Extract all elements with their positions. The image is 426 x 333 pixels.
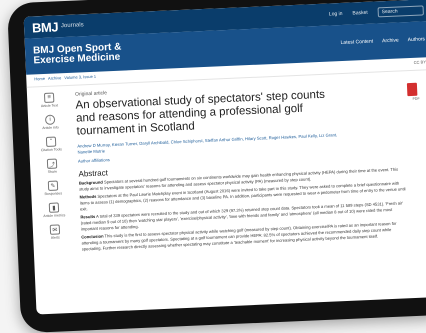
sidebar-label: Citation Tools xyxy=(40,147,62,153)
nav-authors[interactable]: Authors xyxy=(408,36,425,43)
sidebar-label: Share xyxy=(47,169,58,174)
sidebar-item-article-metrics[interactable]: ▮ Article metrics xyxy=(43,202,66,219)
sidebar-item-responses[interactable]: ✎ Responses xyxy=(44,180,62,196)
section-label: Methods xyxy=(79,193,97,200)
sidebar-item-alerts[interactable]: ✉ Alerts xyxy=(49,224,61,240)
journal-nav: Latest Content Archive Authors xyxy=(340,36,425,46)
document-icon: ≡ xyxy=(43,92,55,103)
license-badge: CC BY xyxy=(413,59,426,65)
sidebar-item-share[interactable]: ⤴ Share xyxy=(46,158,58,174)
journal-title-line2: Exercise Medicine xyxy=(33,51,121,67)
nav-archive[interactable]: Archive xyxy=(382,37,399,44)
pdf-label[interactable]: PDF xyxy=(412,97,419,101)
metrics-icon: ▮ xyxy=(48,202,60,213)
search-input[interactable]: Search xyxy=(377,5,424,18)
quote-icon: “ xyxy=(45,136,57,147)
header-links: Log in Basket Search xyxy=(329,5,424,19)
journals-label: Journals xyxy=(60,22,84,30)
share-icon: ⤴ xyxy=(46,158,58,169)
article-content: Original article An observational study … xyxy=(71,70,426,253)
sidebar-label: Article Text xyxy=(40,103,59,109)
nav-latest-content[interactable]: Latest Content xyxy=(340,39,373,46)
sidebar-label: Alerts xyxy=(50,235,60,240)
basket-link[interactable]: Basket xyxy=(352,10,368,17)
sidebar-label: Responses xyxy=(44,191,63,197)
article-sidebar: ≡ Article Text i Article info “ Citation… xyxy=(27,86,78,255)
sidebar-label: Article info xyxy=(42,125,59,131)
sidebar-item-citation-tools[interactable]: “ Citation Tools xyxy=(40,136,62,152)
tablet-device: BMJ Journals Log in Basket Search BMJ Op… xyxy=(7,0,426,333)
info-icon: i xyxy=(44,114,56,125)
sidebar-item-article-text[interactable]: ≡ Article Text xyxy=(40,92,58,108)
section-label: Conclusion xyxy=(81,233,104,240)
responses-icon: ✎ xyxy=(47,180,59,191)
browser-screen: BMJ Journals Log in Basket Search BMJ Op… xyxy=(23,0,426,315)
pdf-icon[interactable] xyxy=(406,82,418,97)
breadcrumb-issue[interactable]: Volume 3, Issue 1 xyxy=(64,74,96,83)
journal-title[interactable]: BMJ Open Sport & Exercise Medicine xyxy=(33,42,122,67)
breadcrumb-archive[interactable]: Archive xyxy=(48,75,62,84)
sidebar-item-article-info[interactable]: i Article info xyxy=(42,114,59,130)
section-label: Results xyxy=(80,213,96,220)
bmj-logo[interactable]: BMJ xyxy=(32,19,59,35)
login-link[interactable]: Log in xyxy=(329,11,343,18)
breadcrumb-home[interactable]: Home xyxy=(34,76,45,84)
main-area: ≡ Article Text i Article info “ Citation… xyxy=(27,70,426,255)
sidebar-label: Article metrics xyxy=(43,213,66,219)
mail-icon: ✉ xyxy=(49,224,61,235)
